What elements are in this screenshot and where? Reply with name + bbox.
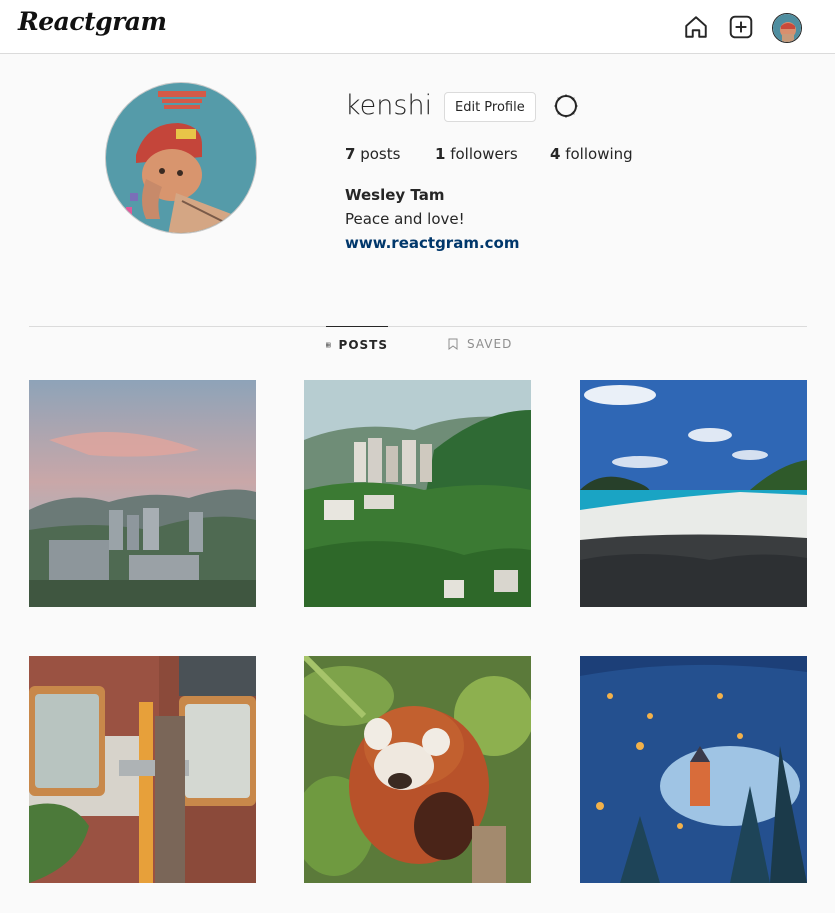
following-count[interactable]: 4 following xyxy=(550,145,633,163)
snowy-village-photo xyxy=(580,656,807,883)
profile-username: kenshi xyxy=(345,90,433,121)
tab-saved-label: SAVED xyxy=(467,337,513,351)
green-hills-photo xyxy=(304,380,531,607)
post-city-sunset[interactable] xyxy=(29,380,256,607)
post-green-hills[interactable] xyxy=(304,380,531,607)
followers-count[interactable]: 1 followers xyxy=(435,145,518,163)
tab-saved[interactable]: SAVED xyxy=(447,326,512,362)
top-bar: Reactgram xyxy=(0,0,835,54)
red-panda-photo xyxy=(304,656,531,883)
post-street-mirrors[interactable] xyxy=(29,656,256,883)
post-beach[interactable] xyxy=(580,380,807,607)
post-snowy-village[interactable] xyxy=(580,656,807,883)
profile-picture[interactable] xyxy=(105,82,257,234)
edit-profile-button[interactable]: Edit Profile xyxy=(444,92,536,122)
app-logo[interactable]: Reactgram xyxy=(18,7,167,36)
post-red-panda[interactable] xyxy=(304,656,531,883)
tab-posts[interactable]: POSTS xyxy=(326,326,388,362)
posts-count: 7 posts xyxy=(345,145,401,163)
avatar[interactable] xyxy=(772,13,802,43)
grid-icon xyxy=(326,342,331,347)
city-sunset-photo xyxy=(29,380,256,607)
profile-bio: Peace and love! xyxy=(345,210,465,228)
add-post-icon[interactable] xyxy=(728,14,754,40)
bookmark-icon xyxy=(448,338,458,350)
settings-icon[interactable] xyxy=(552,92,580,120)
tab-posts-label: POSTS xyxy=(338,337,388,352)
tabs-divider xyxy=(29,326,807,327)
street-mirrors-photo xyxy=(29,656,256,883)
profile-website-link[interactable]: www.reactgram.com xyxy=(345,234,519,252)
profile-full-name: Wesley Tam xyxy=(345,186,445,204)
home-icon[interactable] xyxy=(683,14,709,40)
beach-photo xyxy=(580,380,807,607)
